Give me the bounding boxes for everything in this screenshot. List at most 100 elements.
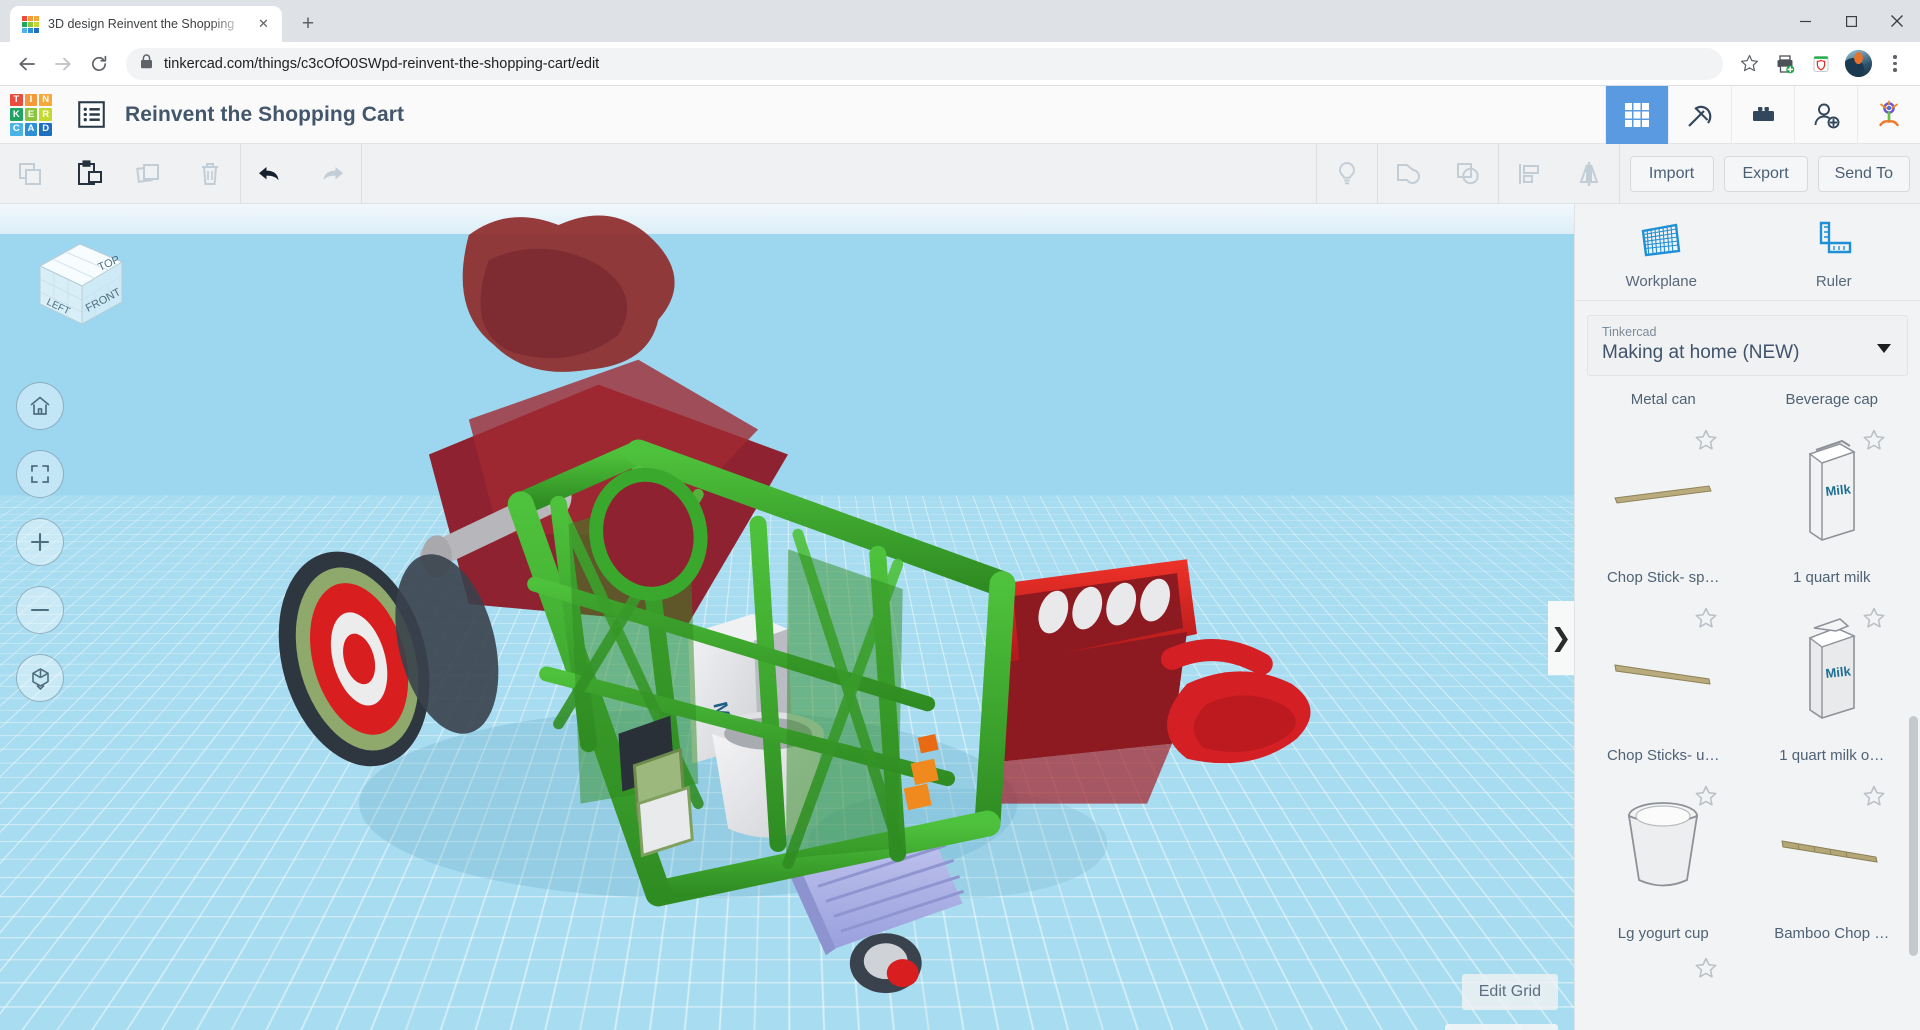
view-cube[interactable]: TOP LEFT FRONT <box>22 224 142 334</box>
svg-text:Milk: Milk <box>1824 481 1851 499</box>
window-close-button[interactable] <box>1874 0 1920 42</box>
panel-tool-row: Workplane Ruler <box>1575 204 1920 301</box>
shape-name: Metal can <box>1631 391 1696 408</box>
toolbar-divider-2 <box>361 144 362 204</box>
list-item[interactable]: Metal can <box>1581 386 1746 412</box>
send-to-button[interactable]: Send To <box>1818 156 1910 192</box>
tab-close-icon[interactable]: ✕ <box>255 16 272 33</box>
extension-icons <box>1733 48 1910 80</box>
list-item[interactable]: Milk 1 quart milk <box>1750 412 1915 590</box>
favorite-star-icon[interactable] <box>1694 784 1718 808</box>
workspace: Milk <box>0 204 1920 1030</box>
profile-avatar-icon[interactable] <box>1857 86 1920 144</box>
toolbar-divider-6 <box>1619 144 1620 204</box>
shape-name: Chop Stick- sp… <box>1607 569 1720 586</box>
tinkercad-favicon <box>22 16 39 33</box>
shape-thumbnail: Milk <box>1750 412 1915 569</box>
redo-icon[interactable] <box>301 144 361 204</box>
invite-person-icon[interactable] <box>1794 86 1857 144</box>
svg-text:Milk: Milk <box>1824 663 1851 681</box>
bookmark-star-icon[interactable] <box>1733 48 1765 80</box>
favorite-star-icon[interactable] <box>1694 428 1718 452</box>
undo-icon[interactable] <box>241 144 301 204</box>
clipboard-tool-group <box>0 144 240 204</box>
shape-thumbnail: Milk <box>1750 590 1915 747</box>
chrome-menu-icon[interactable] <box>1880 55 1910 72</box>
browser-tab-bar: 3D design Reinvent the Shopping ✕ + <box>0 0 1920 42</box>
logo-tile-k: K <box>10 108 23 121</box>
import-button[interactable]: Import <box>1630 156 1714 192</box>
favorite-star-icon[interactable] <box>1862 784 1886 808</box>
shopping-cart-model[interactable]: Milk <box>0 204 1574 1030</box>
window-controls <box>1782 0 1920 42</box>
library-scrollbar[interactable] <box>1909 716 1918 956</box>
group-icon[interactable] <box>1378 144 1438 204</box>
duplicate-icon[interactable] <box>120 144 180 204</box>
export-button[interactable]: Export <box>1724 156 1808 192</box>
print-add-icon[interactable] <box>1769 48 1801 80</box>
shape-name: Lg yogurt cup <box>1618 925 1709 942</box>
chrome-profile-avatar[interactable] <box>1845 50 1872 77</box>
ruler-icon <box>1813 218 1855 264</box>
ungroup-icon[interactable] <box>1438 144 1498 204</box>
library-category: Tinkercad <box>1602 325 1893 339</box>
zoom-in-icon[interactable] <box>16 518 64 566</box>
note-bulb-icon[interactable] <box>1317 144 1377 204</box>
library-value: Making at home (NEW) <box>1602 342 1893 364</box>
collapse-panel-button[interactable]: ❯ <box>1548 601 1574 675</box>
tinkercad-logo[interactable]: T I N K E R C A D <box>4 88 58 142</box>
home-view-icon[interactable] <box>16 382 64 430</box>
favorite-star-icon[interactable] <box>1862 606 1886 630</box>
workplane-tool[interactable]: Workplane <box>1575 218 1748 290</box>
security-shield-icon[interactable] <box>1805 48 1837 80</box>
favorite-star-icon[interactable] <box>1862 428 1886 452</box>
codeblocks-pickaxe-icon[interactable] <box>1668 86 1731 144</box>
design-list-icon[interactable] <box>74 98 108 132</box>
reload-button[interactable] <box>82 47 116 81</box>
window-maximize-button[interactable] <box>1828 0 1874 42</box>
list-item[interactable]: Milk 1 quart milk o… <box>1750 590 1915 768</box>
mirror-flip-icon[interactable] <box>1559 144 1619 204</box>
list-item[interactable]: Chop Sticks- u… <box>1581 590 1746 768</box>
3d-viewport[interactable]: Milk <box>0 204 1574 1030</box>
list-item[interactable] <box>1581 946 1746 986</box>
shape-name: Bamboo Chop … <box>1774 925 1889 942</box>
address-bar[interactable]: tinkercad.com/things/c3cOfO0SWpd-reinven… <box>126 48 1723 80</box>
back-button[interactable] <box>10 47 44 81</box>
orthographic-toggle-icon[interactable] <box>16 654 64 702</box>
favorite-star-icon[interactable] <box>1694 606 1718 630</box>
snap-grid-select[interactable]: 1.0 mm <box>1445 1024 1558 1030</box>
shape-library-scroll[interactable]: Metal can Beverage cap Chop Stick- sp… M… <box>1575 386 1920 1030</box>
forward-button[interactable] <box>46 47 80 81</box>
paste-icon[interactable] <box>60 144 120 204</box>
edit-grid-button[interactable]: Edit Grid <box>1462 974 1558 1010</box>
list-item[interactable]: Chop Stick- sp… <box>1581 412 1746 590</box>
shape-thumbnail <box>1581 768 1746 925</box>
fit-to-view-icon[interactable] <box>16 450 64 498</box>
viewport-nav-controls <box>16 382 64 702</box>
brick-icon[interactable] <box>1731 86 1794 144</box>
shape-thumbnail <box>1581 412 1746 569</box>
list-item[interactable]: Beverage cap <box>1750 386 1915 412</box>
delete-trash-icon[interactable] <box>180 144 240 204</box>
favorite-star-icon[interactable] <box>1694 956 1718 980</box>
window-minimize-button[interactable] <box>1782 0 1828 42</box>
address-bar-url: tinkercad.com/things/c3cOfO0SWpd-reinven… <box>164 56 599 72</box>
gallery-grid-icon[interactable] <box>1605 86 1668 144</box>
history-tool-group <box>241 144 361 204</box>
list-item[interactable]: Lg yogurt cup <box>1581 768 1746 946</box>
browser-tab[interactable]: 3D design Reinvent the Shopping ✕ <box>10 6 282 42</box>
chevron-down-icon <box>1877 344 1891 353</box>
new-tab-button[interactable]: + <box>293 9 323 39</box>
shape-name: Chop Sticks- u… <box>1607 747 1720 764</box>
design-title[interactable]: Reinvent the Shopping Cart <box>125 103 404 127</box>
library-select[interactable]: Tinkercad Making at home (NEW) <box>1587 315 1908 376</box>
list-item[interactable]: Bamboo Chop … <box>1750 768 1915 946</box>
ruler-tool[interactable]: Ruler <box>1748 218 1920 290</box>
zoom-out-icon[interactable] <box>16 586 64 634</box>
copy-icon[interactable] <box>0 144 60 204</box>
align-icon[interactable] <box>1499 144 1559 204</box>
workplane-label: Workplane <box>1626 273 1697 290</box>
list-item[interactable] <box>1750 946 1915 986</box>
snap-grid-control: Snap Grid 1.0 mm <box>1359 1024 1558 1030</box>
